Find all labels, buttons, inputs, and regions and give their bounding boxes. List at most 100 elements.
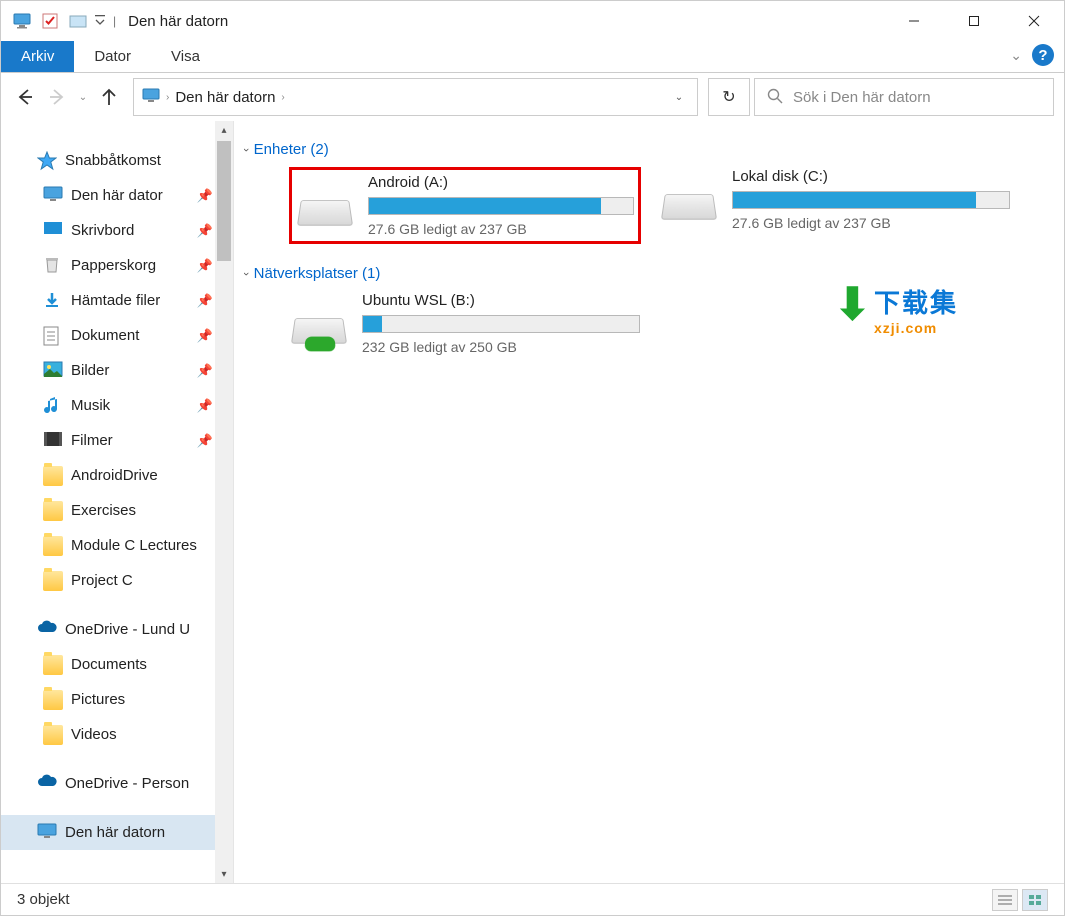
sidebar-item-label: Bilder [71,362,109,379]
tab-computer[interactable]: Dator [74,41,151,72]
drive-usage-bar [368,197,634,215]
sidebar-this-pc[interactable]: Den här datorn [1,815,233,850]
navigation-pane: Snabbåtkomst Den här dator 📌 Skrivbord📌Pap… [1,121,234,883]
up-button[interactable] [95,83,123,111]
pin-icon: 📌 [197,258,213,274]
drive-item[interactable]: Android (A:) 27.6 GB ledigt av 237 GB [290,168,640,243]
sidebar-item[interactable]: Documents [1,647,233,682]
title-bar: | Den här datorn [1,1,1064,41]
drive-name: Lokal disk (C:) [732,168,1010,185]
sidebar-onedrive[interactable]: OneDrive - Lund U [1,612,233,647]
drive-free-text: 27.6 GB ledigt av 237 GB [368,221,634,237]
help-icon[interactable]: ? [1032,44,1054,66]
folder-icon [43,690,63,710]
chevron-right-icon[interactable]: › [166,92,169,103]
folder-icon [43,501,63,521]
status-bar: 3 objekt [1,883,1064,915]
drive-name: Android (A:) [368,174,634,191]
sidebar-item[interactable]: Project C [1,563,233,598]
sidebar-item[interactable]: Dokument 📌 [1,318,233,353]
tab-file[interactable]: Arkiv [1,41,74,72]
sidebar-item[interactable]: Hämtade filer📌 [1,283,233,318]
quick-access-icon [37,151,57,171]
film-icon [43,431,63,451]
sidebar-item[interactable]: Module C Lectures [1,528,233,563]
folder-icon [43,725,63,745]
pin-icon: 📌 [197,188,213,204]
pc-icon [142,88,160,107]
drive-icon [296,174,354,226]
drive-item[interactable]: Lokal disk (C:) 27.6 GB ledigt av 237 GB [660,168,1010,243]
drive-usage-bar [732,191,1010,209]
search-input[interactable] [793,89,1053,106]
refresh-button[interactable]: ↻ [708,78,750,116]
address-dropdown-icon[interactable]: ⌄ [661,92,697,103]
history-dropdown-icon[interactable]: ⌄ [75,83,91,111]
chevron-right-icon[interactable]: › [281,92,284,103]
sidebar-item[interactable]: Filmer📌 [1,423,233,458]
scroll-down-icon[interactable]: ▾ [221,865,226,883]
sidebar-quick-access[interactable]: Snabbåtkomst [1,143,233,178]
music-icon [43,396,63,416]
separator: | [113,14,116,28]
pc-icon[interactable] [9,9,35,33]
icons-view-icon[interactable] [1022,889,1048,911]
pin-icon: 📌 [197,398,213,414]
address-bar[interactable]: › Den här datorn › ⌄ [133,78,698,116]
pc-icon [37,823,57,843]
sidebar-item[interactable]: Videos [1,717,233,752]
cloud-icon [37,620,57,640]
sidebar-onedrive-personal[interactable]: OneDrive - Person [1,766,233,801]
close-button[interactable] [1004,1,1064,41]
tab-view[interactable]: Visa [151,41,220,72]
chevron-down-icon: › [240,148,252,152]
scroll-thumb[interactable] [217,141,231,261]
drive-item[interactable]: Ubuntu WSL (B:)232 GB ledigt av 250 GB [290,292,640,355]
pin-icon: 📌 [197,293,213,309]
details-view-icon[interactable] [992,889,1018,911]
ribbon-expand-icon[interactable]: ⌄ [1010,47,1022,64]
sidebar-item[interactable]: Skrivbord📌 [1,213,233,248]
maximize-button[interactable] [944,1,1004,41]
sidebar-item[interactable]: Papperskorg📌 [1,248,233,283]
forward-button[interactable] [43,83,71,111]
sidebar-item-label: Dokument [71,327,139,344]
section-devices[interactable]: › Enheter (2) [244,141,1054,158]
pin-icon: 📌 [197,363,213,379]
picture-icon [43,361,63,381]
sidebar-item[interactable]: Musik 📌 [1,388,233,423]
quick-launch [9,1,107,41]
new-folder-icon[interactable] [65,9,91,33]
sidebar-item[interactable]: AndroidDrive [1,458,233,493]
drive-free-text: 27.6 GB ledigt av 237 GB [732,215,1010,231]
search-box[interactable] [754,78,1054,116]
cloud-icon [37,774,57,794]
sidebar-item-label: Exercises [71,502,136,519]
sidebar-item[interactable]: Den här dator 📌 [1,178,233,213]
back-button[interactable] [11,83,39,111]
props-icon[interactable] [37,9,63,33]
qat-dropdown-icon[interactable] [93,9,107,33]
pc-icon [43,186,63,206]
pin-icon: 📌 [197,433,213,449]
sidebar-item-label: Project C [71,572,133,589]
sidebar-item-label: Module C Lectures [71,537,197,554]
breadcrumb[interactable]: Den här datorn [175,89,275,106]
scrollbar[interactable]: ▴ ▾ [215,121,233,883]
sidebar-item-label: Den här dator [71,187,163,204]
sidebar-item[interactable]: Bilder 📌 [1,353,233,388]
download-icon [43,291,63,311]
sidebar-item-label: Pictures [71,691,125,708]
scroll-up-icon[interactable]: ▴ [221,121,226,139]
sidebar-item[interactable]: Exercises [1,493,233,528]
sidebar-item-label: Den här datorn [65,824,165,841]
folder-icon [43,655,63,675]
pin-icon: 📌 [197,328,213,344]
drive-icon [290,292,348,344]
minimize-button[interactable] [884,1,944,41]
sidebar-item[interactable]: Pictures [1,682,233,717]
section-network[interactable]: › Nätverksplatser (1) [244,265,1054,282]
sidebar-item-label: Musik [71,397,110,414]
trash-icon [43,256,63,276]
desktop-icon [43,221,63,241]
